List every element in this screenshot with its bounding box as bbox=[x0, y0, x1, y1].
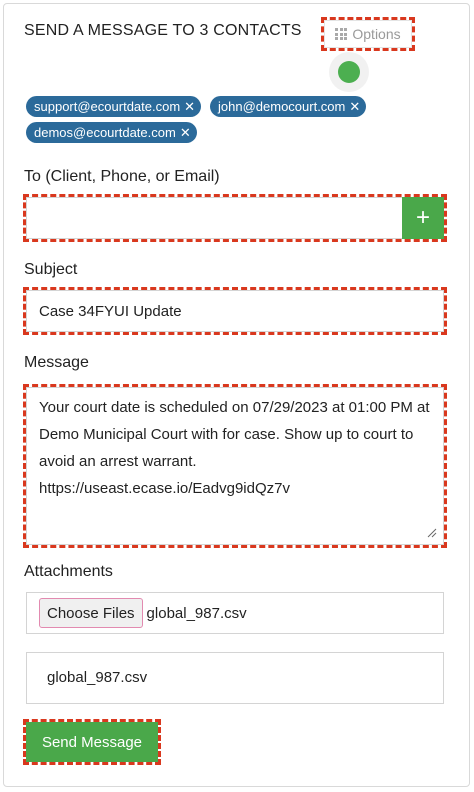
selected-file-name: global_987.csv bbox=[146, 604, 247, 622]
to-input[interactable] bbox=[26, 197, 402, 239]
options-label: Options bbox=[352, 26, 401, 42]
page-title: SEND A MESSAGE TO 3 CONTACTS bbox=[24, 22, 302, 39]
to-label: To (Client, Phone, or Email) bbox=[24, 168, 220, 185]
attachment-file-name: global_987.csv bbox=[47, 669, 148, 686]
subject-label: Subject bbox=[24, 261, 78, 278]
resize-handle-icon[interactable] bbox=[427, 528, 437, 538]
file-input: Choose Files global_987.csv bbox=[26, 592, 444, 634]
send-message-button[interactable]: Send Message bbox=[23, 719, 161, 765]
attachments-label: Attachments bbox=[24, 563, 113, 580]
remove-recipient-icon[interactable]: ✕ bbox=[349, 99, 360, 115]
recipient-chip: support@ecourtdate.com ✕ bbox=[26, 96, 202, 117]
recipient-email: john@democourt.com bbox=[218, 99, 346, 114]
remove-recipient-icon[interactable]: ✕ bbox=[184, 99, 195, 115]
recipient-email: demos@ecourtdate.com bbox=[34, 125, 176, 140]
message-textarea[interactable]: Your court date is scheduled on 07/29/20… bbox=[23, 384, 447, 548]
attachment-list-item: global_987.csv bbox=[26, 652, 444, 704]
choose-files-button[interactable]: Choose Files bbox=[39, 598, 143, 628]
add-recipient-button[interactable]: + bbox=[402, 197, 444, 239]
remove-recipient-icon[interactable]: ✕ bbox=[180, 125, 191, 141]
recipient-email: support@ecourtdate.com bbox=[34, 99, 181, 114]
subject-input[interactable]: Case 34FYUI Update bbox=[23, 287, 447, 335]
message-label: Message bbox=[24, 354, 89, 371]
to-input-group: + bbox=[23, 194, 447, 242]
options-button[interactable]: Options bbox=[321, 17, 415, 51]
message-text: Your court date is scheduled on 07/29/20… bbox=[39, 399, 430, 497]
recipient-chip: john@democourt.com ✕ bbox=[210, 96, 367, 117]
status-dot-icon bbox=[338, 61, 360, 83]
recipient-chip: demos@ecourtdate.com ✕ bbox=[26, 122, 197, 143]
grid-icon bbox=[335, 28, 348, 40]
plus-icon: + bbox=[415, 204, 430, 231]
status-indicator bbox=[329, 52, 369, 92]
